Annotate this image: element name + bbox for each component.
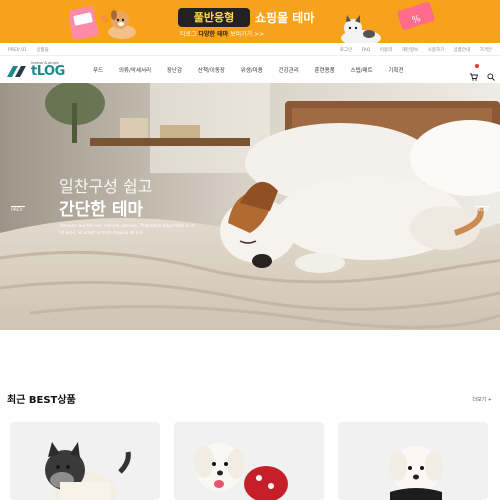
utility-link[interactable]: 가격안 [480, 48, 492, 53]
product-image-maltese-black [338, 422, 488, 500]
nav-item-toys[interactable]: 장난감 [167, 66, 182, 74]
utility-left-item[interactable]: PREV 01 [8, 48, 27, 53]
prev-arrow-line [11, 206, 25, 207]
site-header: license & plugin tLOG 푸드 의류/악세서리 장난감 산책/… [0, 57, 500, 83]
logo-wordmark: tLOG [31, 64, 65, 79]
nav-item-walk[interactable]: 산책/이동장 [198, 66, 225, 74]
nav-item-food[interactable]: 푸드 [93, 66, 103, 74]
search-icon[interactable] [487, 66, 495, 81]
product-card[interactable] [10, 422, 160, 500]
nav-item-specials[interactable]: 기획전 [388, 66, 403, 74]
nav-item-training[interactable]: 훈련용품 [315, 66, 335, 74]
coupon-ticket-illustration: % [397, 2, 435, 30]
utility-link[interactable]: 이용약 [380, 48, 392, 53]
promo-subtitle[interactable]: 티로그 다양한 테마 보러가기 >> [180, 29, 264, 38]
hero-description: Aenean auctor nec rutrum ultrices. Phase… [60, 224, 195, 236]
logo-mark-icon [7, 66, 26, 77]
coupon-illustration: % [70, 6, 136, 40]
site-logo[interactable]: license & plugin tLOG [7, 61, 65, 79]
cat-illustration [341, 15, 381, 43]
hero-slider[interactable]: 일찬구성 쉽고 간단한 테마 Aenean auctor nec rutrum … [0, 83, 500, 330]
promo-title: 쇼핑몰 테마 [255, 11, 315, 25]
best-section-title: 최근 BEST상품 [7, 395, 76, 406]
product-image-maltese-red [174, 422, 324, 500]
best-more-link[interactable]: 더보기 + [472, 396, 492, 403]
hero-heading-line1: 일찬구성 쉽고 [59, 177, 153, 196]
utility-link[interactable]: 사용하기 [428, 48, 445, 53]
utility-link[interactable]: 개인정보 [402, 48, 419, 53]
promo-banner[interactable]: % % 풀반응형 쇼핑몰 테마 티로그 다양한 테마 보러가기 >> [0, 0, 500, 43]
cart-badge [474, 64, 479, 68]
utility-left: PREV 01 상품들 [8, 47, 57, 53]
utility-link[interactable]: FAQ [362, 48, 371, 53]
product-image-schnauzer [10, 422, 160, 500]
slider-next-button[interactable]: NEXT [477, 208, 489, 213]
hero-heading-line2: 간단한 테마 [59, 200, 144, 220]
main-nav: 푸드 의류/악세서리 장난감 산책/이동장 위생/미용 건강관리 훈련용품 스텝… [93, 66, 418, 74]
product-card[interactable] [338, 422, 488, 500]
cart-icon[interactable] [469, 64, 479, 81]
nav-item-health[interactable]: 건강관리 [279, 66, 299, 74]
utility-right: 로그인 FAQ 이용약 개인정보 사용하기 상품안내 가격안 [332, 47, 492, 53]
promo-sub-bold: 다양한 테마 [198, 31, 229, 38]
nav-item-apparel[interactable]: 의류/악세서리 [119, 66, 151, 74]
promo-pill: 풀반응형 [178, 8, 250, 27]
utility-bar: PREV 01 상품들 로그인 FAQ 이용약 개인정보 사용하기 상품안내 가… [0, 43, 500, 56]
utility-left-item[interactable]: 상품들 [36, 48, 48, 53]
next-arrow-line [475, 206, 489, 207]
nav-item-mats[interactable]: 스텝/매트 [351, 66, 373, 74]
slider-prev-button[interactable]: PREV [11, 208, 23, 213]
promo-sub-suffix: 보러가기 >> [230, 31, 265, 38]
utility-link[interactable]: 로그인 [340, 48, 352, 53]
product-card[interactable] [174, 422, 324, 500]
svg-text:%: % [100, 15, 109, 25]
nav-item-hygiene[interactable]: 위생/미용 [241, 66, 263, 74]
utility-link[interactable]: 상품안내 [454, 48, 471, 53]
promo-sub-prefix: 티로그 [180, 31, 197, 38]
